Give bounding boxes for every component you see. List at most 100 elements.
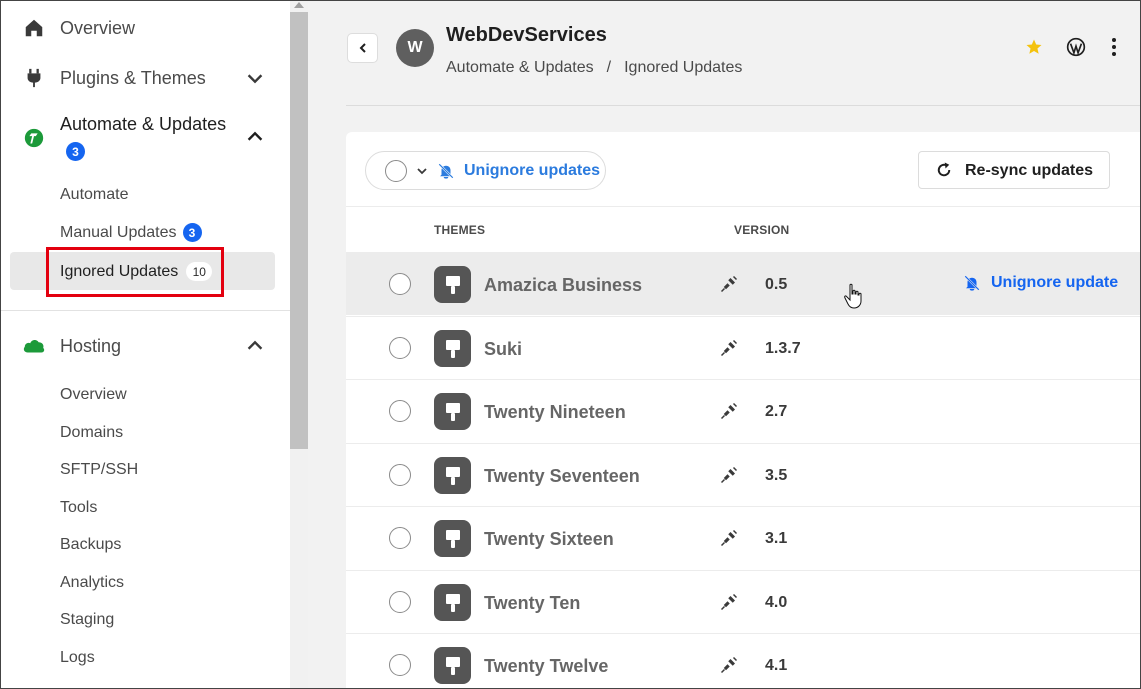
paintbrush-icon: [434, 266, 471, 303]
plug-disconnected-icon: [720, 593, 738, 611]
chevron-up-icon[interactable]: [244, 335, 266, 357]
plug-disconnected-icon: [720, 656, 738, 674]
hosting-item-tools[interactable]: Tools: [60, 499, 97, 517]
plug-disconnected-icon: [720, 529, 738, 547]
theme-name: Twenty Seventeen: [484, 466, 640, 486]
row-checkbox[interactable]: [389, 273, 411, 295]
sidebar-item-hosting[interactable]: Hosting: [0, 326, 290, 366]
table-row[interactable]: Twenty Seventeen 3.5: [346, 443, 1141, 506]
hosting-item-backups[interactable]: Backups: [60, 536, 121, 554]
row-checkbox[interactable]: [389, 464, 411, 486]
theme-version: 4.0: [765, 594, 788, 611]
plug-disconnected-icon: [720, 339, 738, 357]
home-icon: [22, 16, 46, 40]
paintbrush-icon: [434, 647, 471, 684]
hand-cursor-icon: [844, 283, 862, 309]
sidebar-subitem-manual-updates[interactable]: Manual Updates 3: [60, 223, 202, 242]
back-button[interactable]: [347, 33, 378, 63]
main-content: W WebDevServices Automate & Updates / Ig…: [308, 0, 1141, 689]
automate-logo-icon: [22, 126, 46, 150]
wordpress-icon[interactable]: [1066, 37, 1086, 57]
theme-name: Twenty Twelve: [484, 656, 609, 676]
sidebar-subitem-label: Manual Updates: [60, 223, 177, 241]
unignore-update-label: Unignore update: [991, 274, 1119, 291]
refresh-icon: [937, 162, 951, 177]
paintbrush-icon: [434, 393, 471, 430]
plug-disconnected-icon: [720, 275, 738, 293]
theme-version: 2.7: [765, 403, 788, 420]
resync-updates-label: Re-sync updates: [965, 162, 1094, 179]
unignore-updates-button[interactable]: Unignore updates: [464, 162, 600, 180]
table-row[interactable]: Twenty Ten 4.0: [346, 570, 1141, 633]
scroll-up-arrow-icon[interactable]: [294, 2, 304, 8]
plug-disconnected-icon: [720, 402, 738, 420]
table-row[interactable]: Amazica Business 0.5 Unignore update: [346, 252, 1141, 315]
paintbrush-icon: [434, 584, 471, 621]
chevron-down-icon[interactable]: [244, 67, 266, 89]
sidebar-item-label: Plugins & Themes: [60, 67, 206, 88]
row-checkbox[interactable]: [389, 337, 411, 359]
table-row[interactable]: Twenty Sixteen 3.1: [346, 506, 1141, 569]
hosting-item-analytics[interactable]: Analytics: [60, 574, 124, 592]
plug-icon: [22, 66, 46, 90]
sidebar-scrollbar[interactable]: [290, 0, 308, 689]
toolbar-divider: [346, 206, 1141, 207]
theme-version: 4.1: [765, 657, 788, 674]
resync-updates-button[interactable]: Re-sync updates: [918, 151, 1110, 189]
breadcrumb: Automate & Updates / Ignored Updates: [446, 59, 742, 77]
sidebar-item-plugins-themes[interactable]: Plugins & Themes: [0, 58, 290, 98]
column-header-themes: THEMES: [434, 223, 486, 237]
row-checkbox[interactable]: [389, 400, 411, 422]
sidebar: Overview Plugins & Themes Automate & Upd…: [0, 0, 290, 689]
sidebar-divider: [0, 310, 290, 311]
hosting-item-sftp-ssh[interactable]: SFTP/SSH: [60, 461, 138, 479]
breadcrumb-item[interactable]: Automate & Updates: [446, 59, 594, 77]
bell-off-icon: [964, 275, 980, 291]
column-header-version: VERSION: [734, 223, 790, 237]
paintbrush-icon: [434, 520, 471, 557]
sidebar-item-overview[interactable]: Overview: [0, 8, 290, 48]
row-checkbox[interactable]: [389, 654, 411, 676]
breadcrumb-separator: /: [606, 59, 612, 76]
table-row[interactable]: Twenty Nineteen 2.7: [346, 379, 1141, 442]
row-checkbox[interactable]: [389, 527, 411, 549]
theme-version: 0.5: [765, 276, 788, 293]
highlight-box: [46, 247, 224, 297]
sidebar-item-label: Overview: [60, 17, 136, 38]
chevron-down-icon[interactable]: [417, 166, 427, 176]
plug-disconnected-icon: [720, 466, 738, 484]
theme-name: Suki: [484, 339, 523, 359]
chevron-up-icon[interactable]: [244, 126, 266, 148]
hosting-item-logs[interactable]: Logs: [60, 649, 95, 667]
theme-version: 3.5: [765, 467, 788, 484]
hosting-item-staging[interactable]: Staging: [60, 611, 114, 629]
breadcrumb-item-current: Ignored Updates: [624, 59, 743, 76]
sidebar-item-label: Automate & Updates: [60, 114, 227, 134]
theme-name: Twenty Nineteen: [484, 402, 626, 422]
theme-name: Twenty Sixteen: [484, 529, 614, 549]
paintbrush-icon: [434, 457, 471, 494]
theme-name: Amazica Business: [484, 275, 643, 295]
site-avatar: W: [396, 29, 434, 67]
theme-version: 3.1: [765, 530, 788, 547]
page-title: WebDevServices: [446, 24, 607, 46]
cloud-icon: [22, 334, 46, 358]
theme-name: Twenty Ten: [484, 593, 581, 613]
ignored-updates-card: Unignore updates Re-sync updates THEMES …: [346, 132, 1141, 689]
hosting-item-domains[interactable]: Domains: [60, 424, 123, 442]
table-row[interactable]: Twenty Twelve 4.1: [346, 633, 1141, 689]
manual-updates-count-badge: 3: [182, 223, 202, 242]
table-row[interactable]: Suki 1.3.7: [346, 316, 1141, 379]
bell-off-icon: [438, 163, 454, 179]
row-checkbox[interactable]: [389, 591, 411, 613]
sidebar-subitem-automate[interactable]: Automate: [60, 186, 128, 204]
more-options-icon[interactable]: [1107, 36, 1121, 58]
sidebar-item-automate-updates[interactable]: Automate & Updates 3: [0, 104, 290, 164]
chevron-left-icon: [359, 43, 366, 53]
hosting-item-overview[interactable]: Overview: [60, 386, 127, 404]
unignore-update-button[interactable]: Unignore update: [963, 274, 1118, 292]
scrollbar-thumb[interactable]: [290, 12, 308, 449]
select-all-checkbox[interactable]: [385, 160, 407, 182]
star-icon[interactable]: [1025, 38, 1043, 56]
bulk-action-control: Unignore updates: [365, 151, 606, 190]
